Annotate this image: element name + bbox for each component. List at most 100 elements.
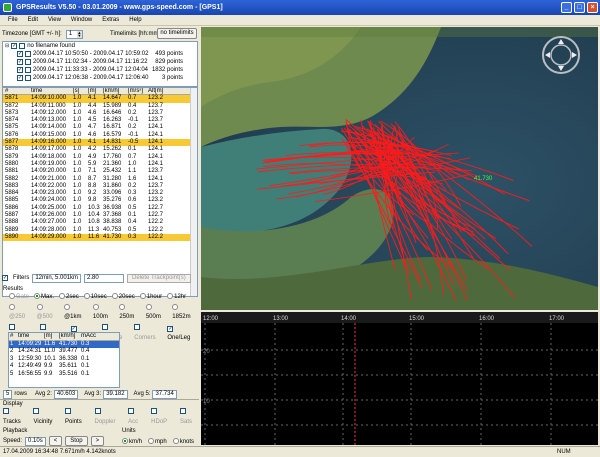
results-header-cell[interactable]: mAcc: [81, 333, 101, 340]
results-cell: 0.1: [81, 363, 90, 369]
speed-chart[interactable]: 12:00 13:00 14:00 15:00 16:00 17:00 20 10: [201, 312, 598, 445]
results-option-100m[interactable]: 100m: [92, 304, 114, 322]
results-option--500[interactable]: @500: [36, 304, 60, 322]
grid-header-cell[interactable]: [m]: [88, 88, 103, 94]
results-option-10sec[interactable]: 10sec: [83, 293, 107, 302]
results-option-one-leg[interactable]: ✓One/Leg: [167, 325, 197, 343]
table-row[interactable]: 5872 14:09:11.000 1.0 4.4 15.989 0.4 123.7: [3, 102, 197, 110]
grid-header-cell[interactable]: #: [3, 88, 31, 94]
results-header-cell[interactable]: time: [18, 333, 44, 340]
grid-header-cell[interactable]: [m/s²]: [128, 88, 148, 94]
collapse-icon[interactable]: ⊟: [5, 42, 9, 50]
results-option-12hr[interactable]: 12hr: [167, 293, 186, 302]
stop-button[interactable]: Stop: [65, 436, 88, 446]
file-checkbox[interactable]: ✓: [17, 67, 23, 73]
results-option-2sec[interactable]: 2sec: [59, 293, 79, 302]
table-row[interactable]: 5879 14:09:18.000 1.0 4.9 17.760 0.7 124.1: [3, 154, 197, 161]
table-row[interactable]: 5884 14:09:23.000 1.0 9.2 33.096 0.3 123.2: [3, 190, 197, 198]
table-row[interactable]: 5871 14:09:10.000 1.0 4.1 14.647 0.7 123.2: [3, 95, 197, 103]
results-header-cell[interactable]: [m]: [44, 333, 59, 340]
no-timelimits-button[interactable]: no timelimits: [157, 28, 197, 39]
table-row[interactable]: 5885 14:09:24.000 1.0 9.8 35.276 0.6 123.2: [3, 197, 197, 204]
file-checkbox[interactable]: ✓: [17, 51, 23, 57]
table-row[interactable]: 5883 14:09:22.000 1.0 8.8 31.860 0.2 123.7: [3, 183, 197, 190]
results-option-corners[interactable]: Corners: [134, 324, 162, 343]
table-row[interactable]: 5881 14:09:20.000 1.0 7.1 25.432 1.1 123.7: [3, 168, 197, 175]
spinner-arrows-icon[interactable]: ▲ ▼: [76, 31, 82, 38]
table-row[interactable]: 5888 14:09:27.000 1.0 10.8 38.838 0.4 122.2: [3, 219, 197, 227]
results-row[interactable]: 1 14:09:29 11.6 41.730 0.3: [9, 340, 119, 348]
results-option--250[interactable]: @250: [9, 304, 32, 322]
results-option-500m[interactable]: 500m: [145, 304, 167, 322]
filters-checkbox[interactable]: ✓: [2, 275, 8, 281]
map-view[interactable]: 41.730: [201, 27, 598, 310]
display-sats[interactable]: Sats: [179, 408, 199, 427]
delete-trackpoints-button[interactable]: Delete Trackpoint(s): [127, 273, 191, 283]
close-button[interactable]: ×: [587, 2, 598, 13]
timezone-spinner[interactable]: 1 ▲ ▼: [65, 30, 83, 39]
menu-view[interactable]: View: [43, 15, 66, 25]
table-row[interactable]: 5886 14:09:25.000 1.0 10.3 36.938 0.5 122.7: [3, 204, 197, 213]
file-root[interactable]: ⊟ ✓ no filename found: [3, 42, 197, 50]
results-row[interactable]: 4 12:49:49 9.9 35.611 0.1: [9, 363, 119, 371]
table-row[interactable]: 5890 14:09:29.000 1.0 11.6 41.730 0.3 122.2: [3, 233, 197, 242]
results-option-1hour[interactable]: 1hour: [139, 293, 162, 302]
display-tracks[interactable]: Tracks: [3, 408, 27, 427]
play-forward-button[interactable]: >: [90, 436, 105, 446]
results-option-max-[interactable]: Max.: [34, 293, 54, 302]
results-row[interactable]: 5 16:56:55 9.9 35.516 0.1: [9, 371, 119, 379]
table-row[interactable]: 5887 14:09:26.000 1.0 10.4 37.368 0.1 122.7: [3, 212, 197, 219]
menu-file[interactable]: File: [3, 15, 23, 25]
speed-chart-svg[interactable]: 12:00 13:00 14:00 15:00 16:00 17:00 20 10: [201, 312, 598, 445]
speed-select[interactable]: 0.10s: [25, 436, 46, 446]
results-header-cell[interactable]: #: [9, 333, 18, 340]
grid-header-cell[interactable]: [km/h]: [103, 88, 128, 94]
table-row[interactable]: 5877 14:09:16.000 1.0 4.1 14.831 -0.5 124.1: [3, 139, 197, 147]
results-option-20sec[interactable]: 20sec: [111, 293, 135, 302]
table-row[interactable]: 5873 14:09:12.000 1.0 4.6 16.646 0.2 123.7: [3, 110, 197, 117]
file-item[interactable]: ✓ 2009.04.17 10:50:50 - 2009.04.17 10:59…: [3, 50, 197, 58]
menu-extras[interactable]: Extras: [97, 15, 124, 25]
grid-header-cell[interactable]: [s]: [73, 88, 88, 94]
results-row[interactable]: 2 14:24:31 11.0 39.477 0.4: [9, 348, 119, 356]
display-doppler[interactable]: Doppler: [94, 408, 123, 427]
table-row[interactable]: 5874 14:09:13.000 1.0 4.5 16.263 -0.1 123.7: [3, 117, 197, 125]
table-row[interactable]: 5876 14:09:15.000 1.0 4.6 16.579 -0.1 124.1: [3, 131, 197, 140]
display-vicinity[interactable]: Vicinity: [33, 408, 59, 427]
file-checkbox[interactable]: ✓: [17, 59, 23, 65]
display-acc[interactable]: Acc: [128, 408, 145, 427]
table-cell: 5879: [5, 153, 19, 160]
play-back-button[interactable]: <: [48, 436, 63, 446]
results-option-1852m[interactable]: 1852m: [172, 304, 197, 322]
grid-header-cell[interactable]: time: [31, 88, 73, 94]
grid-scrollbar[interactable]: [190, 88, 197, 296]
display-points[interactable]: Points: [65, 408, 88, 427]
menu-help[interactable]: Help: [124, 15, 146, 25]
file-checkbox[interactable]: ✓: [11, 43, 18, 49]
minimize-button[interactable]: _: [561, 2, 572, 13]
table-row[interactable]: 5875 14:09:14.000 1.0 4.7 16.871 0.2 124.1: [3, 124, 197, 131]
table-cell: 1.0: [73, 153, 82, 160]
menu-window[interactable]: Window: [66, 15, 97, 25]
table-row[interactable]: 5889 14:09:28.000 1.0 11.3 40.753 0.5 122.2: [3, 227, 197, 234]
rows-count-field[interactable]: 5: [3, 389, 13, 399]
filter-threshold-field[interactable]: 2.80: [84, 273, 125, 283]
results-row[interactable]: 3 12:59:30 10.1 36.338 0.1: [9, 356, 119, 364]
maximize-button[interactable]: □: [574, 2, 585, 13]
table-row[interactable]: 5878 14:09:17.000 1.0 4.2 15.262 0.1 124.1: [3, 146, 197, 154]
results-option-250m[interactable]: 250m: [119, 304, 140, 322]
table-row[interactable]: 5880 14:09:19.000 1.0 5.9 21.360 1.0 124.1: [3, 160, 197, 169]
file-item[interactable]: ✓ 2009.04.17 11:02:34 - 2009.04.17 11:16…: [3, 58, 197, 66]
satellite-map[interactable]: 41.730: [201, 27, 598, 310]
display-hdop[interactable]: HDoP: [151, 408, 174, 427]
grid-header-cell[interactable]: Alt[m]: [148, 88, 168, 94]
file-item[interactable]: ✓ 2009.04.17 11:33:33 - 2009.04.17 12:04…: [3, 66, 197, 74]
filter-value-field[interactable]: 12min, 5.001km: [32, 273, 82, 283]
results-option--1km[interactable]: @1km: [64, 304, 88, 322]
results-header-cell[interactable]: [km/h]: [59, 333, 81, 340]
file-item[interactable]: ✓ 2009.04.17 12:06:38 - 2009.04.17 12:06…: [3, 74, 197, 82]
table-row[interactable]: 5882 14:09:21.000 1.0 8.7 31.280 1.6 124.1: [3, 175, 197, 183]
results-option-gate[interactable]: Gate: [9, 293, 29, 302]
file-checkbox[interactable]: ✓: [17, 75, 23, 81]
menu-edit[interactable]: Edit: [23, 15, 43, 25]
